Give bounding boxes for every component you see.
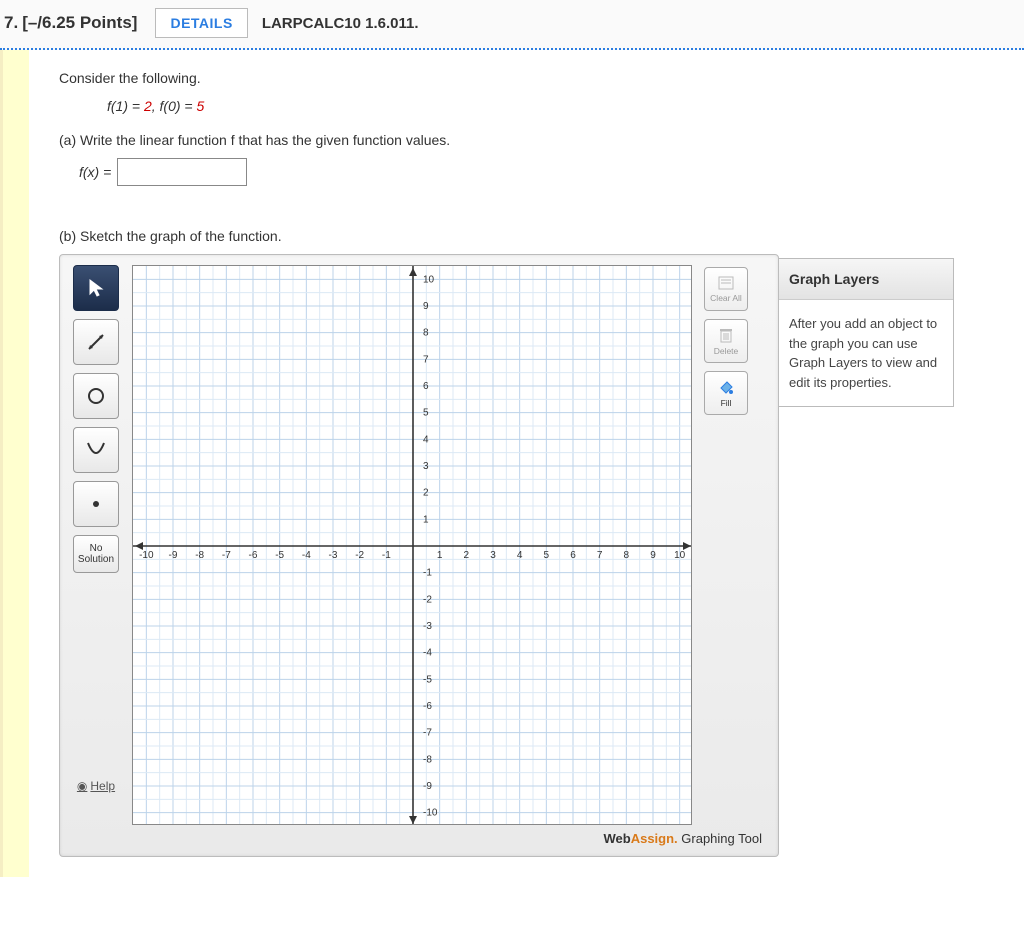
svg-text:-4: -4 <box>423 648 432 659</box>
fx-answer-input[interactable] <box>117 158 247 186</box>
point-tool[interactable] <box>73 481 119 527</box>
svg-text:-2: -2 <box>355 550 364 561</box>
svg-text:1: 1 <box>423 514 429 525</box>
svg-text:8: 8 <box>423 328 429 339</box>
svg-text:-2: -2 <box>423 594 432 605</box>
circle-tool[interactable] <box>73 373 119 419</box>
svg-text:9: 9 <box>423 301 429 312</box>
svg-text:-1: -1 <box>382 550 391 561</box>
line-tool[interactable] <box>73 319 119 365</box>
svg-text:4: 4 <box>517 550 523 561</box>
svg-text:3: 3 <box>423 461 429 472</box>
brand-footer: WebAssign. Graphing Tool <box>70 825 768 846</box>
action-toolbar: Clear All Delete Fill <box>702 267 750 415</box>
svg-text:1: 1 <box>437 550 443 561</box>
svg-text:5: 5 <box>544 550 550 561</box>
cursor-icon <box>86 278 106 298</box>
svg-text:10: 10 <box>423 274 435 285</box>
svg-text:4: 4 <box>423 434 429 445</box>
circle-icon <box>86 386 106 406</box>
svg-text:-9: -9 <box>423 781 432 792</box>
svg-text:-7: -7 <box>423 728 432 739</box>
graph-area: No Solution ◉ Help -10-9-8-7-6-5-4-3-2-1… <box>59 254 1014 857</box>
fx-label: f(x) = <box>79 164 111 180</box>
svg-text:-6: -6 <box>249 550 258 561</box>
svg-text:-3: -3 <box>329 550 338 561</box>
line-icon <box>86 332 106 352</box>
part-a-label: (a) Write the linear function f that has… <box>59 132 1014 148</box>
svg-text:-6: -6 <box>423 701 432 712</box>
delete-button[interactable]: Delete <box>704 319 748 363</box>
svg-text:2: 2 <box>464 550 470 561</box>
graph-canvas[interactable]: -10 -9 -8 -7 -6 -5 -4 -3 -2 -1 1 2 3 4 5 6 7 8 9 10 -10 -9 -8 -… <box>132 265 692 825</box>
svg-text:7: 7 <box>597 550 603 561</box>
draw-toolbar: No Solution ◉ Help <box>70 265 122 793</box>
graph-layers-body: After you add an object to the graph you… <box>779 300 953 406</box>
help-link[interactable]: ◉ Help <box>77 779 115 793</box>
help-icon: ◉ <box>77 779 87 793</box>
svg-text:-9: -9 <box>169 550 178 561</box>
svg-text:5: 5 <box>423 408 429 419</box>
trash-icon <box>718 326 734 344</box>
svg-text:-8: -8 <box>423 754 432 765</box>
svg-text:3: 3 <box>490 550 496 561</box>
fill-button[interactable]: Fill <box>704 371 748 415</box>
fx-input-row: f(x) = <box>79 158 1014 186</box>
svg-text:2: 2 <box>423 488 429 499</box>
svg-text:-7: -7 <box>222 550 231 561</box>
given-values: f(1) = 2, f(0) = 5 <box>107 98 1014 114</box>
fill-icon <box>717 378 735 396</box>
point-icon <box>86 494 106 514</box>
svg-text:8: 8 <box>624 550 630 561</box>
clear-all-button[interactable]: Clear All <box>704 267 748 311</box>
question-header: 7. [–/6.25 Points] DETAILS LARPCALC10 1.… <box>0 0 1024 50</box>
no-solution-button[interactable]: No Solution <box>73 535 119 573</box>
svg-text:6: 6 <box>570 550 576 561</box>
part-b-label: (b) Sketch the graph of the function. <box>59 228 1014 244</box>
source-reference: LARPCALC10 1.6.011. <box>262 15 419 32</box>
graph-layers-title: Graph Layers <box>779 259 953 300</box>
svg-text:9: 9 <box>650 550 656 561</box>
svg-text:-10: -10 <box>423 808 438 819</box>
svg-text:6: 6 <box>423 381 429 392</box>
svg-text:-8: -8 <box>195 550 204 561</box>
svg-text:-1: -1 <box>423 568 432 579</box>
intro-text: Consider the following. <box>59 70 1014 86</box>
pointer-tool[interactable] <box>73 265 119 311</box>
svg-text:-5: -5 <box>423 674 432 685</box>
graphing-tool-panel: No Solution ◉ Help -10-9-8-7-6-5-4-3-2-1… <box>59 254 779 857</box>
question-number: 7. <box>4 13 18 33</box>
svg-text:-5: -5 <box>275 550 284 561</box>
svg-text:7: 7 <box>423 354 429 365</box>
parabola-tool[interactable] <box>73 427 119 473</box>
graph-layers-panel: Graph Layers After you add an object to … <box>779 258 954 407</box>
clear-all-icon <box>717 275 735 291</box>
svg-text:10: 10 <box>674 550 686 561</box>
svg-text:-10: -10 <box>139 550 154 561</box>
svg-text:-4: -4 <box>302 550 311 561</box>
question-body: Consider the following. f(1) = 2, f(0) =… <box>0 50 1024 877</box>
svg-text:-3: -3 <box>423 621 432 632</box>
details-button[interactable]: DETAILS <box>155 8 247 38</box>
parabola-icon <box>85 439 107 461</box>
question-points: [–/6.25 Points] <box>22 13 137 33</box>
